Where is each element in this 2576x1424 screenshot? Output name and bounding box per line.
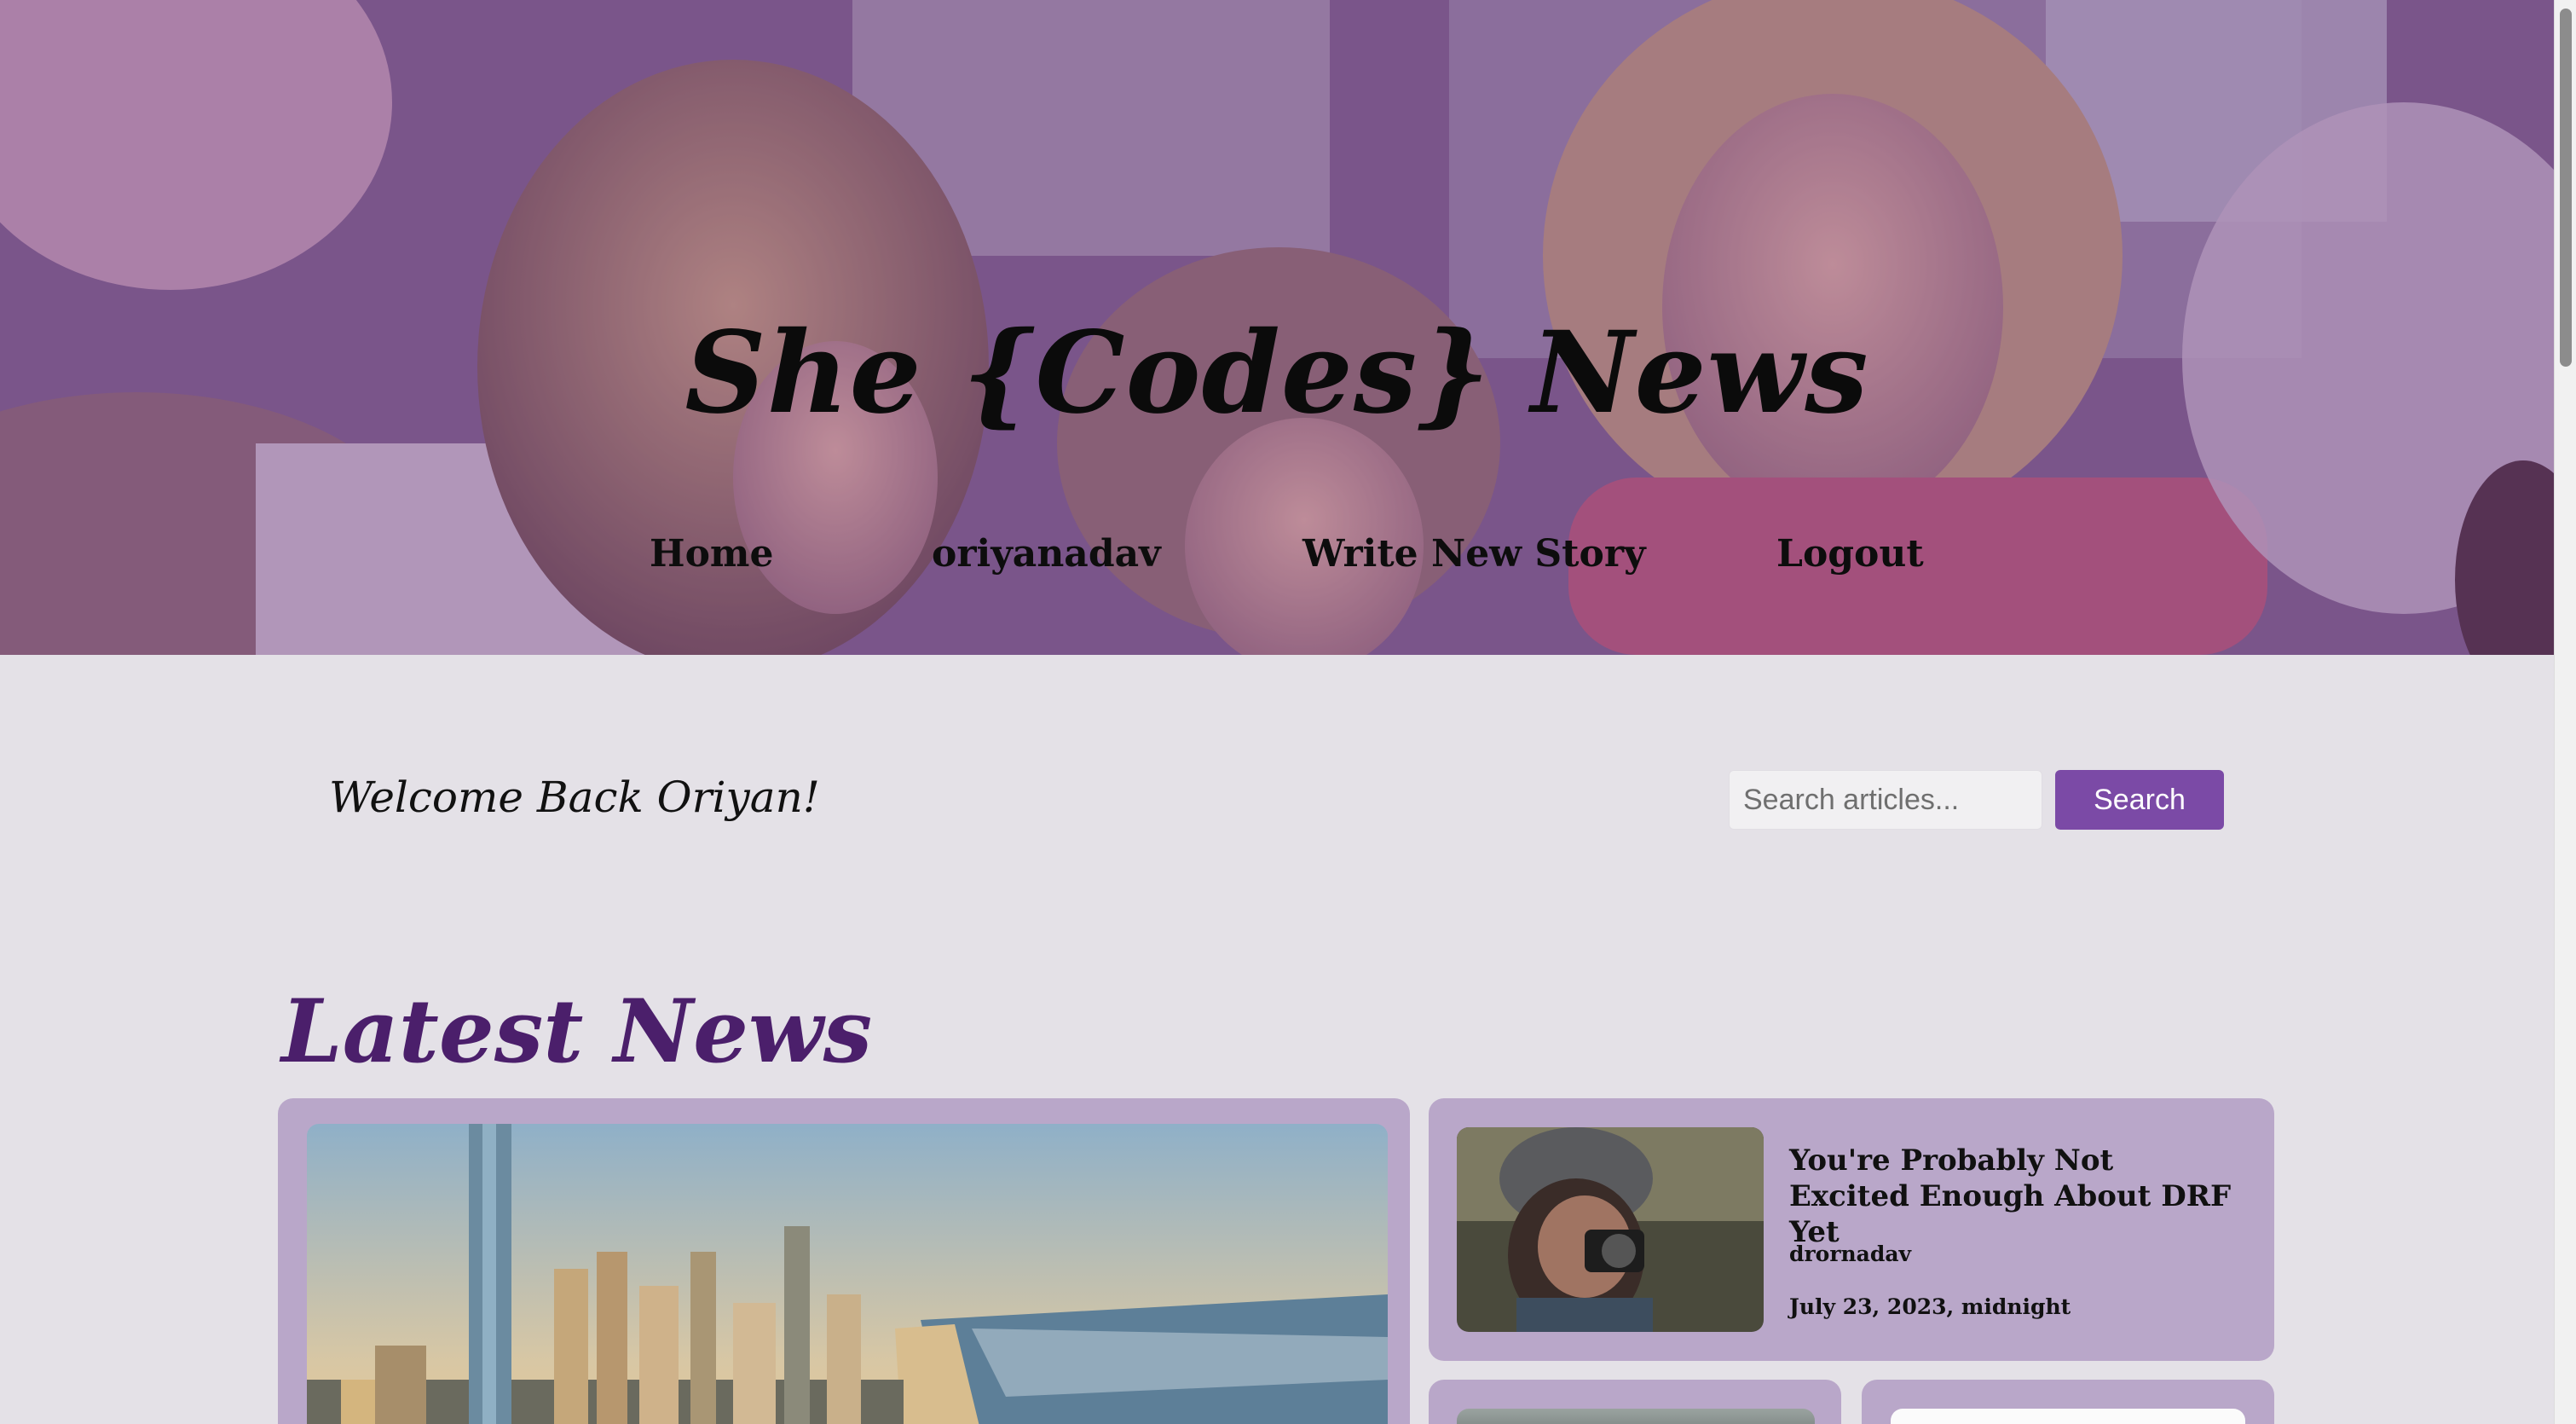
latest-news-heading: Latest News xyxy=(281,981,873,1083)
nav-profile-link[interactable]: oriyanadav xyxy=(932,532,1161,576)
welcome-message: Welcome Back Oriyan! xyxy=(329,773,820,822)
side-article-date: July 23, 2023, midnight xyxy=(1789,1294,2071,1319)
side-article-headline[interactable]: You're Probably Not Excited Enough About… xyxy=(1789,1143,2232,1250)
nav-write-story-link[interactable]: Write New Story xyxy=(1302,532,1646,576)
nav-home-link[interactable]: Home xyxy=(650,532,773,576)
featured-article-image[interactable] xyxy=(307,1124,1388,1424)
page-scrollbar[interactable] xyxy=(2554,0,2576,1424)
site-title: She {Codes} News xyxy=(684,307,1869,439)
nav-logout-link[interactable]: Logout xyxy=(1776,532,1924,576)
side-article-author: drornadav xyxy=(1789,1242,1912,1266)
article-card-4[interactable] xyxy=(1862,1380,2274,1424)
side-article-card[interactable]: You're Probably Not Excited Enough About… xyxy=(1429,1098,2274,1361)
article-card-4-image[interactable] xyxy=(1891,1409,2245,1424)
scrollbar-thumb[interactable] xyxy=(2560,9,2572,367)
article-card-3-image[interactable] xyxy=(1457,1409,1815,1424)
side-article-image[interactable] xyxy=(1457,1127,1764,1332)
article-card-3[interactable] xyxy=(1429,1380,1841,1424)
search-button[interactable]: Search xyxy=(2055,770,2224,830)
featured-article-card[interactable] xyxy=(278,1098,1410,1424)
search-input[interactable] xyxy=(1729,770,2042,830)
hero-banner: She {Codes} News Home oriyanadav Write N… xyxy=(0,0,2554,655)
main-nav: Home oriyanadav Write New Story Logout xyxy=(0,532,2554,592)
